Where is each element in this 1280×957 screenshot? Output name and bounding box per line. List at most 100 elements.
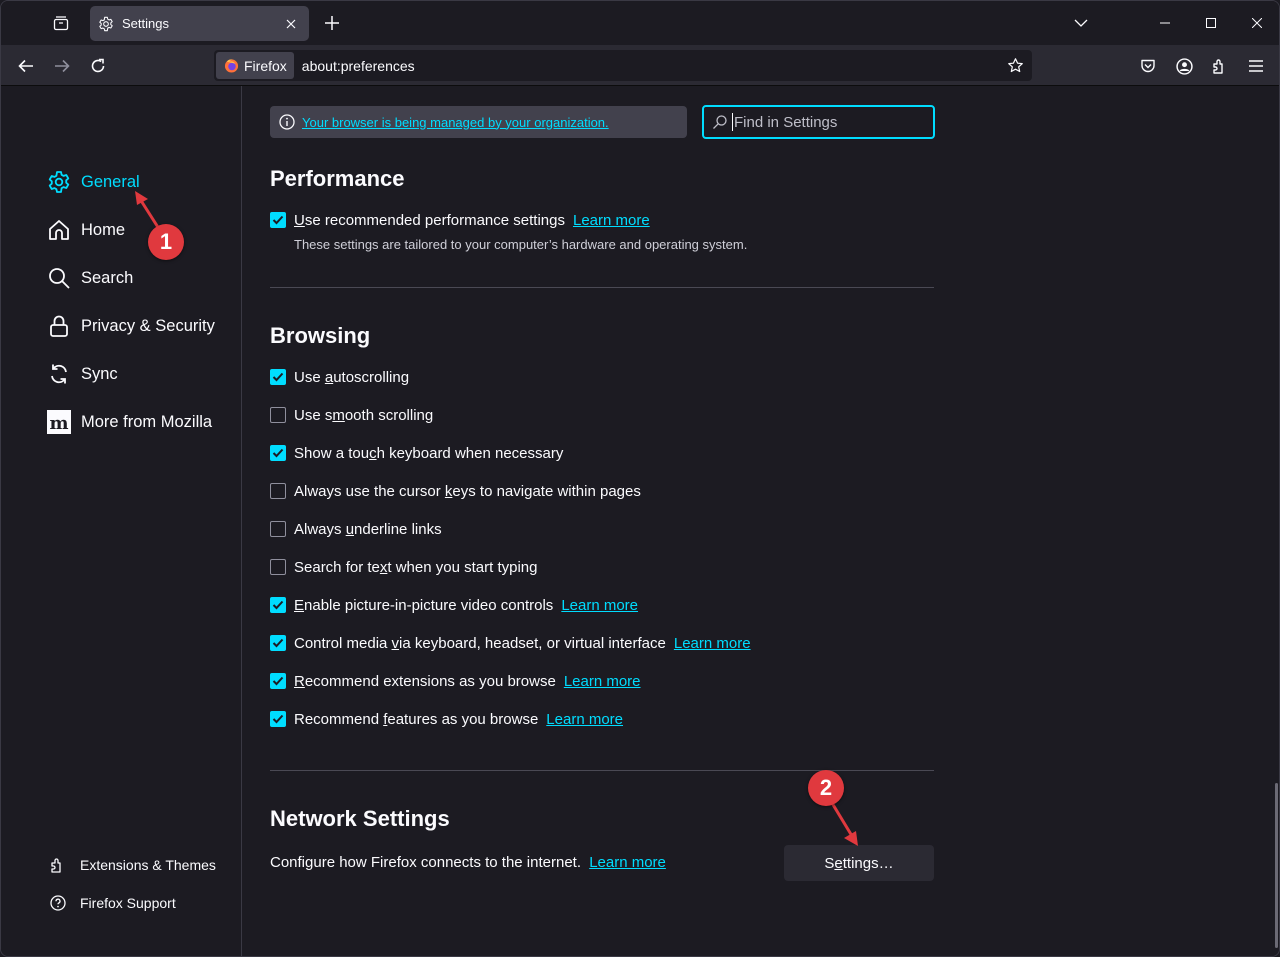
option-label[interactable]: Control media via keyboard, headset, or …	[294, 635, 666, 652]
checkbox[interactable]	[270, 483, 286, 499]
category-search[interactable]: Search	[47, 263, 133, 293]
category-sync[interactable]: Sync	[47, 359, 118, 389]
tab-settings[interactable]: Settings	[90, 6, 309, 41]
checkbox[interactable]	[270, 369, 286, 385]
option-label[interactable]: Always use the cursor keys to navigate w…	[294, 483, 641, 500]
identity-box[interactable]: Firefox	[216, 52, 294, 79]
connection-settings-button[interactable]: Se ttings…	[784, 845, 934, 881]
category-label: Home	[81, 220, 126, 239]
tab-title: Settings	[122, 16, 169, 31]
browsing-option: Enable picture-in-picture video controls…	[270, 594, 638, 616]
performance-heading: Performance	[270, 166, 405, 191]
option-label[interactable]: Always underline links	[294, 521, 442, 538]
option-label[interactable]: Recommend features as you browse	[294, 711, 538, 728]
option-label[interactable]: Recommend extensions as you browse	[294, 673, 556, 690]
browsing-option: Always use the cursor keys to navigate w…	[270, 480, 641, 502]
firefox-logo-icon	[224, 59, 239, 73]
extensions-themes-link[interactable]: Extensions & Themes	[49, 853, 216, 877]
category-label: Sync	[81, 364, 118, 383]
learn-more-link[interactable]: Learn more	[564, 673, 641, 690]
firefox-view-button[interactable]	[45, 9, 77, 37]
gear-icon	[47, 170, 71, 194]
firefox-support-link[interactable]: Firefox Support	[49, 891, 176, 915]
check-icon	[272, 714, 284, 724]
category-privacy[interactable]: Privacy & Security	[47, 311, 215, 341]
url-text[interactable]: about:preferences	[302, 58, 1000, 74]
option-label[interactable]: Use recommended performance settings	[294, 212, 565, 229]
annotation-arrow-2	[827, 797, 858, 846]
annotation-badge-2: 2	[808, 770, 844, 806]
option-label[interactable]: Use smooth scrolling	[294, 407, 433, 424]
checkbox[interactable]	[270, 711, 286, 727]
close-tab-button[interactable]	[281, 14, 301, 34]
close-icon	[286, 19, 296, 28]
back-button[interactable]	[11, 51, 41, 81]
find-in-settings-input[interactable]	[734, 113, 924, 131]
bookmark-star-button[interactable]	[1000, 52, 1030, 80]
option-label[interactable]: Use autoscrolling	[294, 369, 409, 386]
option-recommended-performance: Use recommended performance settings Lea…	[270, 209, 650, 231]
browsing-option: Recommend features as you browse Learn mo…	[270, 708, 623, 730]
account-button[interactable]	[1169, 51, 1199, 81]
category-label: General	[81, 172, 140, 191]
category-home[interactable]: Home	[47, 215, 125, 245]
arrow-left-icon	[18, 59, 33, 73]
firefox-view-icon	[53, 16, 69, 31]
option-label[interactable]: Enable picture-in-picture video controls	[294, 597, 553, 614]
check-icon	[272, 448, 284, 458]
network-heading: Network Settings	[270, 806, 450, 831]
learn-more-link[interactable]: Learn more	[674, 635, 751, 652]
reload-icon	[91, 58, 105, 73]
mozilla-m-icon: m	[47, 410, 71, 434]
browsing-option: Search for text when you start typing	[270, 556, 537, 578]
account-icon	[1175, 57, 1193, 75]
option-label[interactable]: Search for text when you start typing	[294, 559, 537, 576]
learn-more-link[interactable]: Learn more	[573, 212, 650, 229]
address-bar[interactable]: Firefox about:preferences	[214, 50, 1032, 81]
help-icon	[49, 894, 67, 912]
forward-button[interactable]	[47, 51, 77, 81]
checkbox[interactable]	[270, 521, 286, 537]
find-in-settings[interactable]	[702, 105, 935, 139]
list-all-tabs-button[interactable]	[1069, 11, 1093, 35]
categories-sidebar: General Home Search Privacy & Security S…	[1, 86, 242, 956]
policies-link[interactable]: Your browser is being managed by your or…	[302, 115, 609, 130]
reload-button[interactable]	[83, 51, 113, 81]
app-menu-button[interactable]	[1241, 51, 1271, 81]
chevron-down-icon	[1074, 19, 1088, 27]
category-label: More from Mozilla	[81, 412, 213, 431]
puzzle-icon	[1213, 58, 1223, 74]
checkbox[interactable]	[270, 597, 286, 613]
minimize-button[interactable]	[1145, 7, 1185, 39]
svg-text:m: m	[49, 413, 68, 434]
browsing-option: Show a touch keyboard when necessary	[270, 442, 563, 464]
learn-more-link[interactable]: Learn more	[589, 854, 666, 871]
check-icon	[272, 600, 284, 610]
new-tab-button[interactable]	[319, 10, 345, 36]
info-icon	[279, 114, 295, 130]
gear-icon	[98, 15, 116, 33]
close-window-button[interactable]	[1237, 7, 1277, 39]
browsing-option: Recommend extensions as you browse Learn …	[270, 670, 641, 692]
checkbox[interactable]	[270, 673, 286, 689]
scrollbar-thumb[interactable]	[1275, 783, 1278, 948]
learn-more-link[interactable]: Learn more	[546, 711, 623, 728]
section-divider	[270, 287, 934, 288]
checkbox[interactable]	[270, 445, 286, 461]
checkbox[interactable]	[270, 212, 286, 228]
puzzle-icon	[49, 856, 67, 874]
home-icon	[47, 218, 71, 242]
category-general[interactable]: General	[47, 167, 140, 197]
checkbox[interactable]	[270, 635, 286, 651]
checkbox[interactable]	[270, 407, 286, 423]
browser-window: Settings Firefox about:preferences Gener…	[0, 0, 1280, 957]
network-description-text: Configure how Firefox connects to the in…	[270, 854, 582, 871]
checkbox[interactable]	[270, 559, 286, 575]
extensions-button[interactable]	[1205, 51, 1235, 81]
learn-more-link[interactable]: Learn more	[561, 597, 638, 614]
sync-icon	[47, 362, 71, 386]
category-more-from-mozilla[interactable]: m More from Mozilla	[47, 407, 212, 437]
option-label[interactable]: Show a touch keyboard when necessary	[294, 445, 563, 462]
pocket-button[interactable]	[1133, 51, 1163, 81]
maximize-button[interactable]	[1191, 7, 1231, 39]
